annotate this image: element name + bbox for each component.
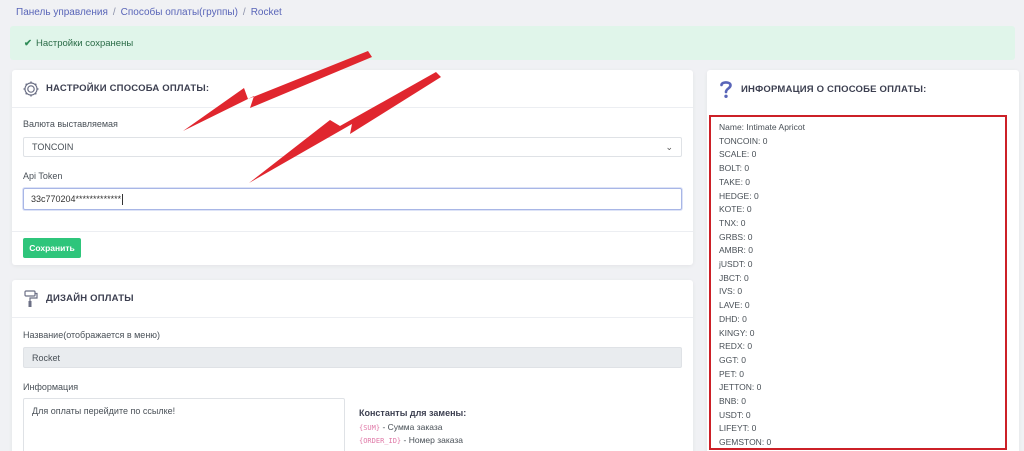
info-balance-line: HEDGE: 0 [719, 190, 759, 201]
text-caret [122, 193, 124, 205]
question-icon [717, 80, 735, 98]
constant-item: {ORDER_ID} - Номер заказа [359, 435, 466, 445]
breadcrumb: Панель управления / Способы оплаты(группы)… [16, 7, 282, 18]
card-title: НАСТРОЙКИ СПОСОБА ОПЛАТЫ: [46, 83, 210, 94]
info-balance-line: jUSDT: 0 [719, 259, 753, 270]
name-value: Rocket [32, 352, 61, 363]
save-button[interactable]: Сохранить [23, 238, 81, 258]
info-balance-line: TONCOIN: 0 [719, 135, 768, 146]
payment-settings-card: НАСТРОЙКИ СПОСОБА ОПЛАТЫ: Валюта выставл… [12, 70, 693, 265]
name-label: Название(отображается в меню) [23, 330, 161, 340]
card-title: ИНФОРМАЦИЯ О СПОСОБЕ ОПЛАТЫ: [741, 83, 927, 95]
chevron-down-icon: ⌄ [665, 142, 673, 152]
info-balance-line: KOTE: 0 [719, 204, 752, 215]
constant-item: {SUM} - Сумма заказа [359, 422, 466, 432]
success-alert: ✔ Настройки сохранены [10, 26, 1015, 60]
info-balance-line: DHD: 0 [719, 313, 747, 324]
payment-design-card: ДИЗАЙН ОПЛАТЫ Название(отображается в ме… [12, 280, 693, 451]
api-token-input[interactable]: 33c770204************* [23, 188, 682, 210]
info-balance-line: KINGY: 0 [719, 327, 755, 338]
info-balance-line: JETTON: 0 [719, 382, 762, 393]
info-balance-line: SCALE: 0 [719, 149, 757, 160]
constant-code: {ORDER_ID} [359, 437, 402, 445]
card-header: ИНФОРМАЦИЯ О СПОСОБЕ ОПЛАТЫ: [707, 70, 1019, 108]
currency-label: Валюта выставляемая [23, 119, 118, 129]
card-header: НАСТРОЙКИ СПОСОБА ОПЛАТЫ: [12, 70, 693, 108]
constant-desc: - Сумма заказа [382, 422, 443, 432]
info-balance-line: TAKE: 0 [719, 176, 751, 187]
currency-select[interactable]: TONCOIN ⌄ [23, 137, 682, 157]
info-balance-line: USDT: 0 [719, 409, 751, 420]
card-header: ДИЗАЙН ОПЛАТЫ [12, 280, 693, 318]
breadcrumb-current: Rocket [250, 7, 282, 18]
alert-text: Настройки сохранены [35, 37, 134, 49]
paint-roller-icon [22, 289, 40, 308]
info-balance-line: GEMSTON: 0 [719, 437, 772, 448]
info-balance-line: JBCT: 0 [719, 272, 749, 283]
breadcrumb-separator: / [112, 7, 116, 18]
info-balance-line: GGT: 0 [719, 354, 746, 365]
info-balance-line: AMBR: 0 [719, 245, 754, 256]
constants-help: Константы для замены: {SUM} - Сумма зака… [359, 408, 466, 448]
payment-info-list: Name: Intimate Apricot TONCOIN: 0 SCALE: 0… [709, 115, 1007, 450]
constants-title: Константы для замены: [359, 408, 467, 418]
info-balance-line: REDX: 0 [719, 341, 753, 352]
name-field: Rocket [23, 347, 682, 368]
check-icon: ✔ [24, 37, 32, 49]
info-balance-line: BOLT: 0 [719, 163, 750, 174]
info-textarea-value: Для оплаты перейдите по ссылке! [32, 406, 176, 416]
card-title: ДИЗАЙН ОПЛАТЫ [46, 293, 134, 304]
constant-desc: - Номер заказа [403, 435, 464, 445]
payment-info-card: ИНФОРМАЦИЯ О СПОСОБЕ ОПЛАТЫ: Name: Intim… [707, 70, 1019, 451]
info-balance-line: BNB: 0 [719, 396, 746, 407]
breadcrumb-payment-groups-link[interactable]: Способы оплаты(группы) [121, 7, 238, 18]
info-balance-line: LIFEYT: 0 [719, 423, 757, 434]
gear-icon [22, 80, 40, 98]
info-balance-line: IVS: 0 [719, 286, 743, 297]
info-balance-line: PET: 0 [719, 368, 745, 379]
breadcrumb-separator: / [242, 7, 246, 18]
info-name-line: Name: Intimate Apricot [719, 122, 805, 132]
constant-code: {SUM} [359, 424, 381, 432]
currency-select-value: TONCOIN [32, 142, 74, 152]
breadcrumb-dashboard-link[interactable]: Панель управления [16, 7, 108, 18]
info-label: Информация [23, 382, 79, 392]
info-balance-line: LAVE: 0 [719, 300, 750, 311]
divider [12, 231, 693, 232]
info-balance-line: TNX: 0 [719, 217, 746, 228]
api-token-label: Api Token [23, 171, 63, 181]
info-textarea[interactable]: Для оплаты перейдите по ссылке! [23, 398, 345, 451]
api-token-value: 33c770204************* [31, 194, 122, 204]
info-balance-line: GRBS: 0 [719, 231, 753, 242]
